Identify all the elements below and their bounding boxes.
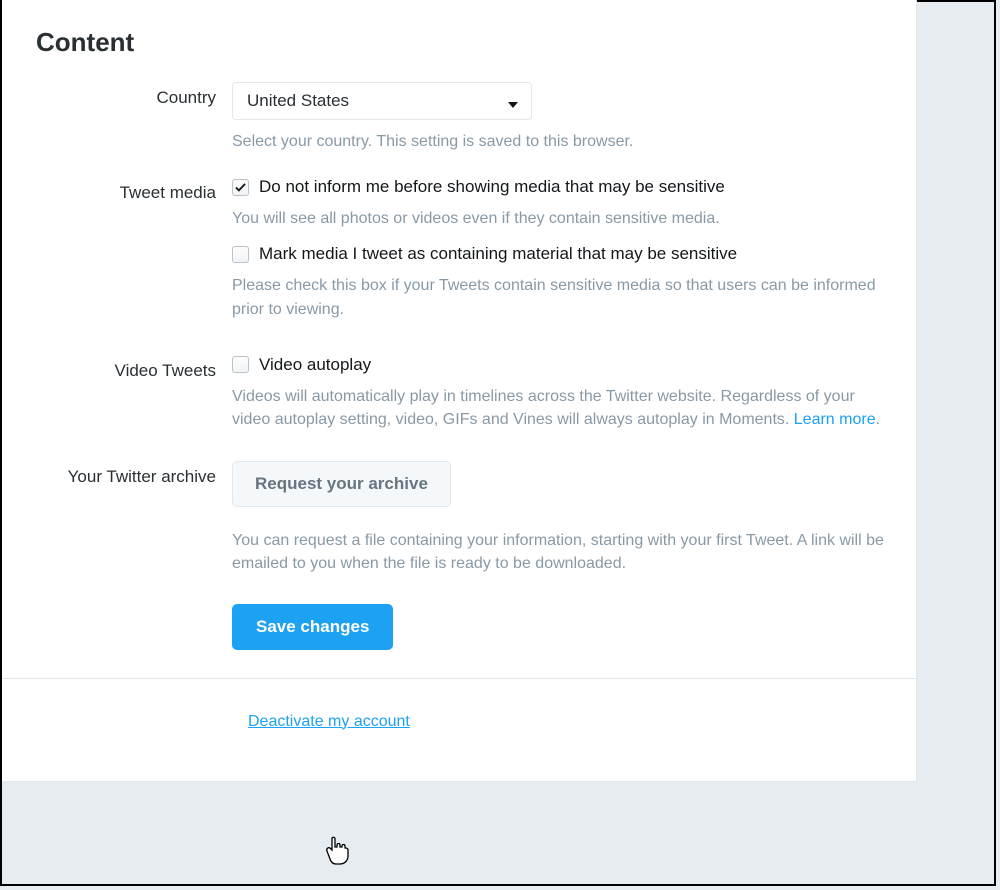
checkbox-label-mark-my-media-sensitive: Mark media I tweet as containing materia… bbox=[259, 244, 737, 264]
learn-more-link[interactable]: Learn more bbox=[794, 411, 876, 428]
checkbox-video-autoplay[interactable] bbox=[232, 356, 249, 373]
label-country: Country bbox=[2, 82, 232, 108]
deactivate-account-link[interactable]: Deactivate my account bbox=[248, 713, 410, 730]
label-twitter-archive: Your Twitter archive bbox=[2, 461, 232, 487]
label-video-tweets: Video Tweets bbox=[2, 355, 232, 381]
checkbox-sensitive-media-show[interactable] bbox=[232, 179, 249, 196]
help-sensitive-media-show: You will see all photos or videos even i… bbox=[232, 207, 886, 230]
save-changes-button[interactable]: Save changes bbox=[232, 604, 393, 650]
country-select[interactable]: United States bbox=[232, 82, 532, 120]
settings-content-panel: Content Country United States Select you… bbox=[2, 0, 917, 782]
help-video-autoplay: Videos will automatically play in timeli… bbox=[232, 385, 886, 431]
help-twitter-archive: You can request a file containing your i… bbox=[232, 529, 886, 575]
help-country: Select your country. This setting is sav… bbox=[232, 130, 886, 153]
checkbox-label-sensitive-media-show: Do not inform me before showing media th… bbox=[259, 177, 725, 197]
label-tweet-media: Tweet media bbox=[2, 177, 232, 203]
pointer-hand-cursor-icon bbox=[324, 836, 350, 871]
country-select-value: United States bbox=[247, 91, 349, 110]
request-archive-button[interactable]: Request your archive bbox=[232, 461, 451, 507]
checkbox-mark-my-media-sensitive[interactable] bbox=[232, 246, 249, 263]
help-mark-my-media-sensitive: Please check this box if your Tweets con… bbox=[232, 274, 886, 320]
checkbox-label-video-autoplay: Video autoplay bbox=[259, 355, 371, 375]
section-heading-content: Content bbox=[36, 27, 916, 58]
